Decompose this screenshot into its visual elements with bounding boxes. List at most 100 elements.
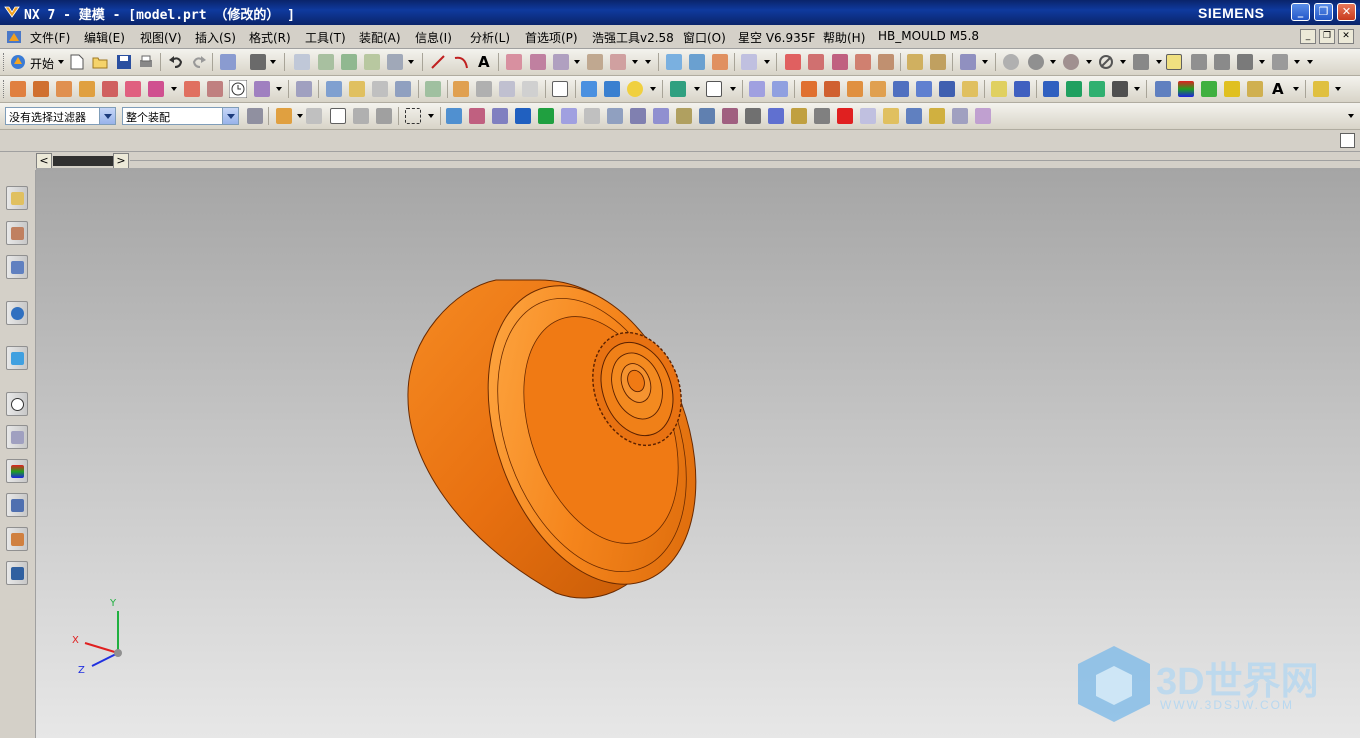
open-folder-icon[interactable] [92, 54, 108, 70]
move-dark-icon[interactable] [1112, 81, 1128, 97]
roles-tab[interactable] [6, 527, 28, 551]
reuse-library-tab[interactable] [6, 301, 28, 325]
tool-icon[interactable] [250, 54, 266, 70]
redo-icon[interactable] [191, 54, 207, 70]
sphere-icon[interactable] [1028, 54, 1044, 70]
scroll-left-button[interactable]: < [36, 153, 52, 169]
book-icon[interactable] [893, 81, 909, 97]
restore-button[interactable]: ❐ [1314, 3, 1333, 21]
curve-icon[interactable] [506, 54, 522, 70]
component-icon[interactable] [1043, 81, 1059, 97]
nx-app-icon[interactable] [4, 5, 20, 19]
chevron-down-icon[interactable] [99, 108, 115, 124]
mold-icon-2[interactable] [824, 81, 840, 97]
stack-icon[interactable] [1014, 81, 1030, 97]
hb-tool-4-icon[interactable] [515, 108, 531, 124]
extract-icon[interactable] [772, 81, 788, 97]
hb-tool-17-icon[interactable] [814, 108, 830, 124]
part-model[interactable] [407, 257, 734, 613]
package-icon[interactable] [1313, 81, 1329, 97]
cone-icon[interactable] [56, 81, 72, 97]
menu-haoqiang-tools[interactable]: 浩强工具v2.58 [592, 29, 674, 46]
surface-icon[interactable] [666, 54, 682, 70]
new-file-icon[interactable] [70, 54, 84, 70]
system-materials-tab[interactable] [6, 425, 28, 449]
annotation-icon[interactable]: A [1272, 80, 1284, 98]
save-icon[interactable] [116, 54, 132, 70]
menu-tools[interactable]: 工具(T) [305, 29, 346, 46]
maximize-graphics-icon[interactable] [1340, 133, 1355, 148]
hb-tool-9-icon[interactable] [630, 108, 646, 124]
hb-tool-16-icon[interactable] [791, 108, 807, 124]
constraint-navigator-tab[interactable] [6, 221, 28, 245]
offset-curve-icon[interactable] [530, 54, 546, 70]
menu-assembly[interactable]: 装配(A) [359, 29, 401, 46]
hb-tool-1-icon[interactable] [446, 108, 462, 124]
hb-tool-11-icon[interactable] [676, 108, 692, 124]
unite-icon[interactable] [326, 81, 342, 97]
rectangle-select-icon[interactable] [405, 108, 421, 124]
measure-angle-icon[interactable] [930, 54, 946, 70]
hb-tool-14-icon[interactable] [745, 108, 761, 124]
chamfer-icon[interactable] [207, 81, 223, 97]
trim-body-icon[interactable] [453, 81, 469, 97]
sketch-icon[interactable] [294, 54, 310, 70]
vector-icon[interactable] [808, 54, 824, 70]
hb-tool-23-icon[interactable] [952, 108, 968, 124]
menu-view[interactable]: 视图(V) [140, 29, 182, 46]
bridge-curve-icon[interactable] [610, 54, 626, 70]
process-studio-tab[interactable] [6, 493, 28, 517]
analysis-icon[interactable] [960, 54, 976, 70]
filter-settings-icon[interactable] [247, 108, 263, 124]
print-icon[interactable] [138, 54, 154, 70]
through-curves-icon[interactable] [689, 54, 705, 70]
background-icon[interactable] [1133, 54, 1149, 70]
render-style-icon[interactable] [1063, 54, 1079, 70]
mold-icon-4[interactable] [870, 81, 886, 97]
menu-file[interactable]: 文件(F) [30, 29, 70, 46]
color-icon[interactable] [1178, 81, 1194, 97]
offset-face-icon[interactable] [425, 81, 441, 97]
layer-icon[interactable] [1214, 54, 1230, 70]
pad-icon[interactable] [148, 81, 164, 97]
menu-edit[interactable]: 编辑(E) [84, 29, 125, 46]
hb-tool-20-icon[interactable] [883, 108, 899, 124]
hb-tool-8-icon[interactable] [607, 108, 623, 124]
sew-icon[interactable] [395, 81, 411, 97]
hb-tool-5-icon[interactable] [538, 108, 554, 124]
blank-icon[interactable] [706, 81, 722, 97]
layer-plate-icon[interactable] [991, 81, 1007, 97]
minimize-button[interactable]: _ [1291, 3, 1310, 21]
book-open-icon[interactable] [916, 81, 932, 97]
user-icon[interactable] [1237, 54, 1253, 70]
assembly-icon[interactable] [741, 54, 757, 70]
wave-link-icon[interactable] [749, 81, 765, 97]
split-body-icon[interactable] [476, 81, 492, 97]
project-curve-icon[interactable] [553, 54, 569, 70]
flat-icon[interactable] [962, 81, 978, 97]
move-object-icon[interactable] [670, 81, 686, 97]
scroll-right-button[interactable]: > [113, 153, 129, 169]
history-tab[interactable] [6, 392, 28, 416]
menu-hb-mould[interactable]: HB_MOULD M5.8 [878, 29, 979, 43]
selection-filter-dropdown[interactable]: 没有选择过滤器 [5, 107, 116, 125]
assembly-cube-icon[interactable] [1155, 81, 1171, 97]
move-green-icon[interactable] [1089, 81, 1105, 97]
more-features-icon[interactable] [387, 54, 403, 70]
hb-tool-12-icon[interactable] [699, 108, 715, 124]
select-icon[interactable] [220, 54, 236, 70]
green-cube-icon[interactable] [1066, 81, 1082, 97]
arrow-back-icon[interactable] [306, 108, 322, 124]
web-browser-tab[interactable] [6, 346, 28, 370]
toolbar-grip[interactable] [3, 80, 6, 98]
menu-preferences[interactable]: 首选项(P) [525, 29, 578, 46]
mirror-icon[interactable] [499, 81, 515, 97]
select-face-icon[interactable] [353, 108, 369, 124]
arc-icon[interactable] [453, 54, 469, 70]
select-edge-icon[interactable] [376, 108, 392, 124]
palette-tab[interactable] [6, 459, 28, 483]
green-paint-icon[interactable] [1201, 81, 1217, 97]
hb-tool-18-icon[interactable] [837, 108, 853, 124]
box-icon[interactable] [581, 81, 597, 97]
snap-point-icon[interactable] [276, 108, 292, 124]
